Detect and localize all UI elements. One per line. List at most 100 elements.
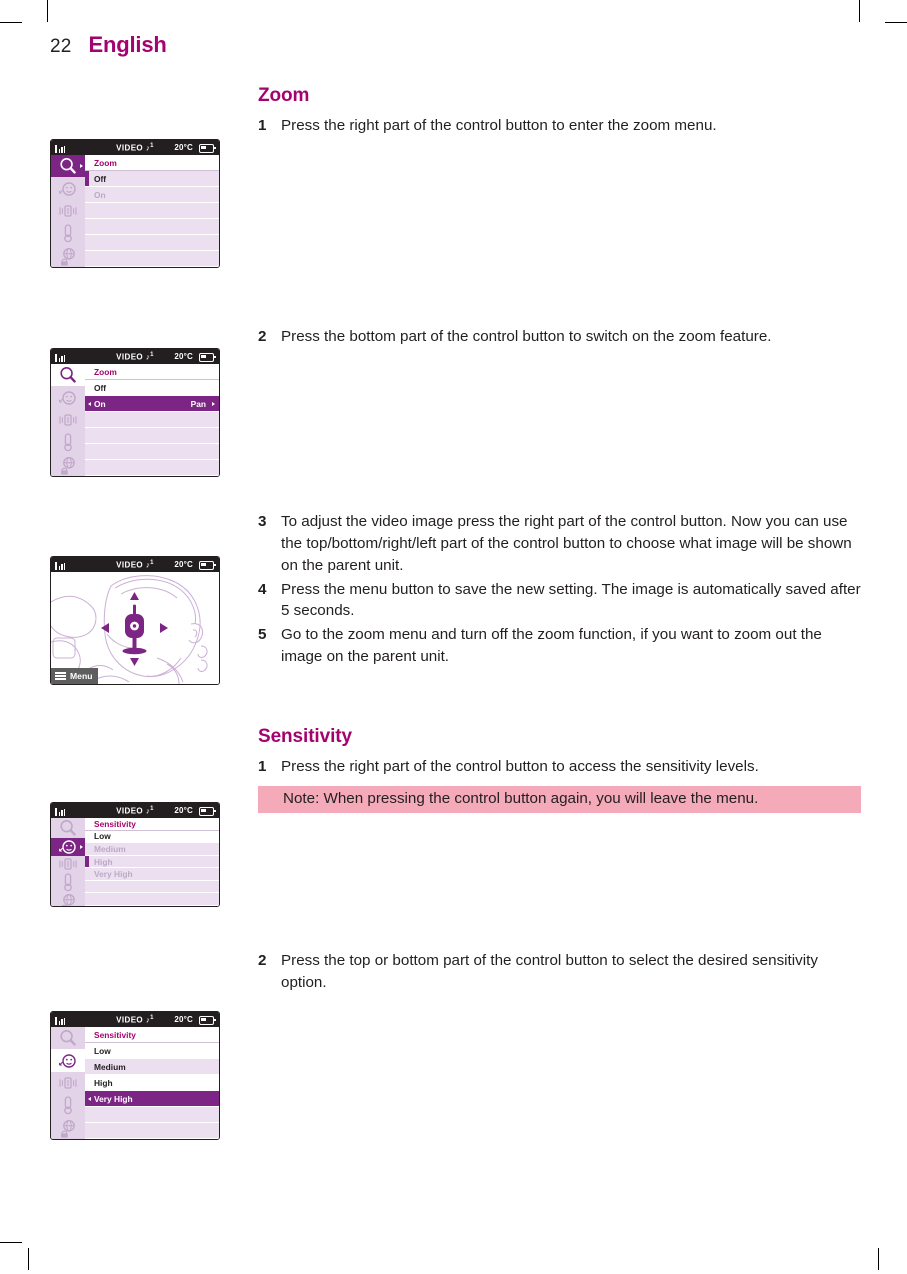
menu-row-label: Medium <box>94 843 126 854</box>
baby-face-icon <box>59 840 76 854</box>
globe-lock-icon <box>61 456 75 475</box>
step-sensitivity-1: 1 Press the right part of the control bu… <box>258 756 866 778</box>
menu-row-empty <box>85 251 219 267</box>
sidebar-item-temperature[interactable] <box>51 1094 85 1116</box>
sidebar-item-zoom[interactable] <box>51 155 85 178</box>
magnifier-icon <box>60 367 76 383</box>
step-sensitivity-2: 2 Press the top or bottom part of the co… <box>258 950 866 993</box>
menu-row-empty <box>85 444 219 460</box>
battery-icon <box>199 353 216 362</box>
video-preview[interactable]: Menu <box>51 572 219 684</box>
chevron-right-icon <box>80 845 83 849</box>
device-screen-video-view: VIDEO ♪1 20°C Menu <box>50 556 220 685</box>
menu-row-medium[interactable]: Medium <box>85 843 219 856</box>
status-bar: VIDEO ♪1 20°C <box>51 803 219 818</box>
thermometer-icon <box>64 1096 72 1115</box>
menu-row-on[interactable]: On <box>85 187 219 203</box>
step-number: 1 <box>258 117 267 134</box>
device-sidebar <box>51 364 85 476</box>
step-zoom-2: 2 Press the bottom part of the control b… <box>258 326 866 348</box>
device-screen-sensitivity-menu: VIDEO ♪1 20°C Sensitivity Low Medium Hig… <box>50 802 220 907</box>
device-menu-list: Zoom Off On <box>85 155 219 267</box>
menu-row-empty <box>85 203 219 219</box>
status-video-label: VIDEO ♪1 <box>116 351 154 362</box>
sidebar-item-network[interactable] <box>51 245 85 267</box>
menu-row-empty <box>85 428 219 444</box>
device-screen-zoom-menu: VIDEO ♪1 20°C Zoom Off On <box>50 139 220 268</box>
sidebar-item-sensitivity[interactable] <box>51 1049 85 1072</box>
melody-number: 1 <box>150 559 154 566</box>
chevron-left-icon <box>88 401 91 406</box>
sidebar-item-temperature[interactable] <box>51 222 85 244</box>
status-video-label: VIDEO ♪1 <box>116 805 154 816</box>
device-body: Zoom Off On Pan <box>51 364 219 476</box>
sidebar-item-zoom[interactable] <box>51 364 85 387</box>
sidebar-item-network[interactable] <box>51 454 85 476</box>
step-number: 1 <box>258 757 267 775</box>
sidebar-item-sound[interactable] <box>51 200 85 222</box>
chevron-left-icon <box>88 1096 91 1101</box>
sidebar-item-temperature[interactable] <box>51 872 85 892</box>
sidebar-item-sensitivity[interactable] <box>51 177 85 199</box>
menu-row-pan-label: Pan <box>190 398 206 409</box>
melody-number: 1 <box>150 805 154 812</box>
menu-row-low[interactable]: Low <box>85 1043 219 1059</box>
step-number: 4 <box>258 580 267 598</box>
baby-face-icon <box>59 1053 76 1068</box>
device-sidebar <box>51 155 85 267</box>
step-number: 5 <box>258 626 267 644</box>
step-text: Press the right part of the control butt… <box>281 117 717 134</box>
step-text: Press the top or bottom part of the cont… <box>281 952 818 992</box>
sidebar-item-network[interactable] <box>51 892 85 906</box>
row-cursor <box>85 855 89 868</box>
sidebar-item-zoom[interactable] <box>51 818 85 838</box>
menu-row-off[interactable]: Off <box>85 171 219 187</box>
arrow-up-icon <box>130 592 139 600</box>
step-text: Press the menu button to save the new se… <box>281 580 861 620</box>
speaker-vibration-icon <box>59 1077 77 1089</box>
menu-row-off[interactable]: Off <box>85 380 219 396</box>
step-number: 3 <box>258 513 267 531</box>
battery-icon <box>199 1016 216 1025</box>
status-temperature: 20°C <box>174 806 193 815</box>
status-temperature: 20°C <box>174 143 193 152</box>
menu-row-label: Medium <box>94 1061 126 1072</box>
menu-row-high[interactable]: High <box>85 855 219 869</box>
speaker-vibration-icon <box>59 858 77 870</box>
battery-icon <box>199 144 216 153</box>
sidebar-item-zoom[interactable] <box>51 1027 85 1049</box>
menu-row-label: Very High <box>94 1093 133 1104</box>
status-temperature: 20°C <box>174 1015 193 1024</box>
sidebar-item-sensitivity[interactable] <box>51 386 85 408</box>
menu-header: Zoom <box>85 155 219 171</box>
menu-row-high[interactable]: High <box>85 1075 219 1091</box>
menu-row-on[interactable]: On Pan <box>85 396 219 412</box>
menu-row-medium[interactable]: Medium <box>85 1059 219 1075</box>
menu-row-label: Very High <box>94 869 133 880</box>
hamburger-icon <box>55 671 66 681</box>
battery-icon <box>199 807 216 816</box>
arrow-right-icon <box>160 623 168 633</box>
step-text: Press the bottom part of the control but… <box>281 327 772 345</box>
sidebar-item-network[interactable] <box>51 1117 85 1139</box>
thermometer-icon <box>64 224 72 243</box>
speaker-vibration-icon <box>59 205 77 217</box>
menu-row-very-high[interactable]: Very High <box>85 868 219 881</box>
sidebar-item-sound[interactable] <box>51 1072 85 1094</box>
globe-lock-icon <box>61 893 75 906</box>
magnifier-icon <box>60 158 76 174</box>
status-bar: VIDEO ♪1 20°C <box>51 557 219 572</box>
thermometer-icon <box>64 873 72 892</box>
baby-face-icon <box>59 390 76 405</box>
menu-button[interactable]: Menu <box>51 668 99 684</box>
menu-row-empty <box>85 235 219 251</box>
sidebar-item-sound[interactable] <box>51 409 85 431</box>
sidebar-item-sensitivity[interactable] <box>51 838 85 856</box>
menu-row-very-high[interactable]: Very High <box>85 1091 219 1107</box>
sidebar-item-temperature[interactable] <box>51 431 85 453</box>
menu-header: Zoom <box>85 364 219 380</box>
sidebar-item-sound[interactable] <box>51 856 85 872</box>
menu-row-low[interactable]: Low <box>85 830 219 844</box>
device-menu-list: Zoom Off On Pan <box>85 364 219 476</box>
crop-mark-bottom-right-v <box>878 1248 879 1270</box>
